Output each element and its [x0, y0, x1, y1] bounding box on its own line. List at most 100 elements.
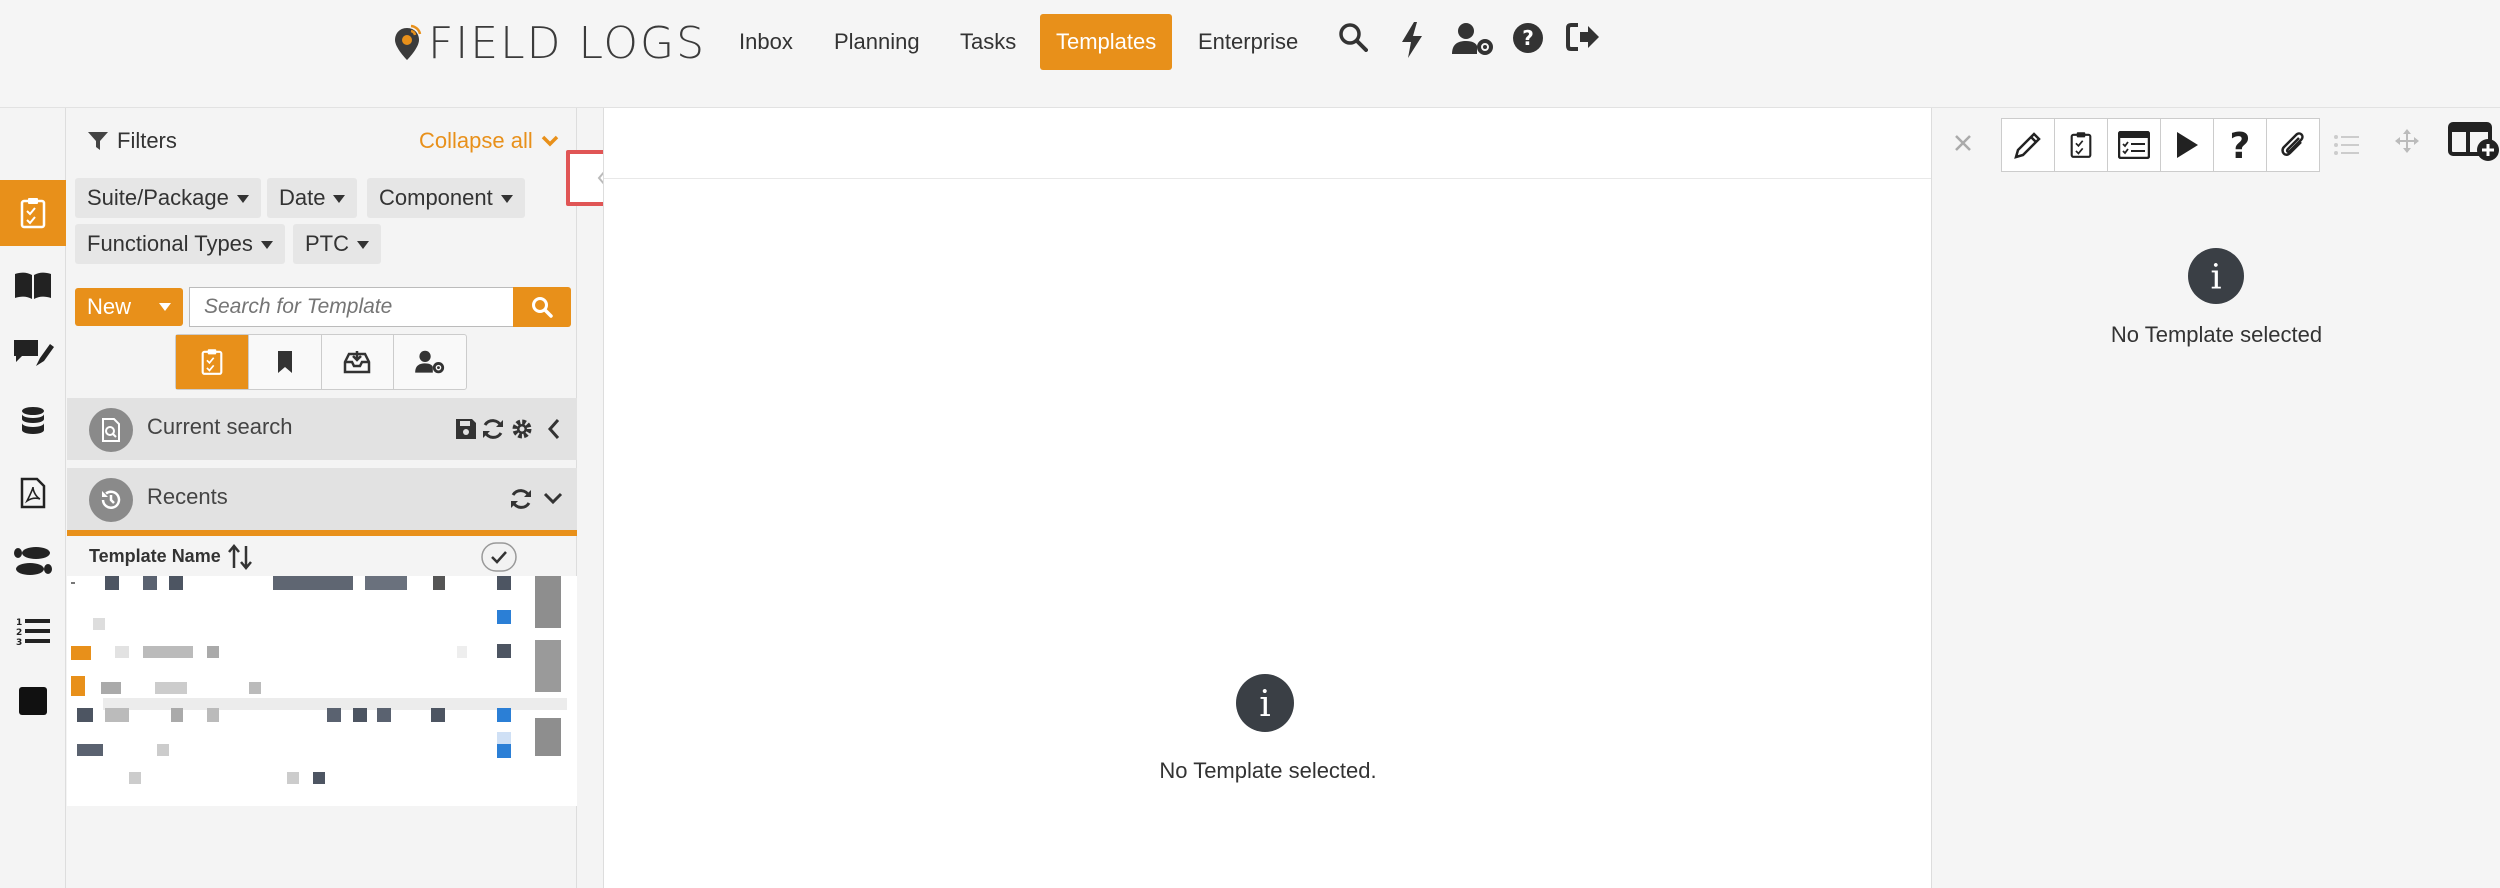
chevron-down-icon [541, 135, 558, 147]
help-button[interactable]: ? [2213, 118, 2267, 172]
search-button[interactable] [513, 287, 571, 327]
list-tabs [175, 334, 467, 390]
search-icon [532, 297, 553, 318]
rail-steps[interactable] [0, 528, 66, 594]
chevron-left-icon[interactable] [547, 418, 561, 440]
rail-pdf[interactable] [0, 460, 66, 526]
info-icon: i [1236, 674, 1294, 732]
redacted-block [71, 676, 85, 696]
template-list [67, 576, 577, 806]
attach-button[interactable] [2266, 118, 2320, 172]
rail-book[interactable] [0, 252, 66, 318]
form-list-icon [2118, 131, 2150, 159]
tab-inbox[interactable] [322, 335, 395, 389]
checklist-button[interactable] [2054, 118, 2108, 172]
collapse-all-label: Collapse all [419, 128, 533, 153]
caret-down-icon [236, 195, 249, 204]
nav-enterprise[interactable]: Enterprise [1182, 14, 1314, 70]
redacted-block [327, 708, 341, 722]
pencil-icon [2014, 132, 2041, 159]
app-header: FIELD LOGS Inbox Planning Tasks Template… [0, 0, 2500, 108]
caret-down-icon [260, 241, 273, 250]
redacted-block [457, 646, 467, 658]
svg-text:?: ? [1522, 26, 1534, 50]
column-header-label: Template Name [89, 546, 221, 566]
logout-icon[interactable] [1566, 22, 1600, 52]
redacted-block [287, 772, 299, 784]
filter-component[interactable]: Component [367, 178, 525, 218]
save-icon[interactable] [455, 418, 477, 440]
rail-templates[interactable] [0, 180, 66, 246]
redacted-block [497, 744, 511, 758]
filter-icon [88, 132, 108, 150]
nav-tasks[interactable]: Tasks [944, 14, 1032, 70]
main-content: i No Template selected. [603, 108, 1932, 888]
rail-list[interactable]: 1 2 3 [0, 598, 66, 664]
chevron-down-icon[interactable] [543, 492, 563, 506]
redacted-block [207, 708, 219, 722]
redacted-block [353, 708, 367, 722]
recents-section[interactable]: Recents [67, 468, 577, 530]
form-button[interactable] [2107, 118, 2161, 172]
nav-planning[interactable]: Planning [818, 14, 936, 70]
redacted-block [377, 708, 391, 722]
rail-comments[interactable] [0, 320, 66, 386]
clipboard-check-icon [201, 349, 223, 375]
refresh-icon[interactable] [509, 487, 533, 511]
collapse-all-button[interactable]: Collapse all [419, 128, 559, 154]
filter-suite-package-label: Suite/Package [87, 185, 229, 210]
detail-toolbar: ? [2001, 118, 2373, 172]
svg-text:?: ? [2230, 128, 2251, 162]
filter-date-label: Date [279, 185, 326, 210]
filter-functional-types-label: Functional Types [87, 231, 253, 256]
filter-date[interactable]: Date [267, 178, 358, 218]
nav-templates[interactable]: Templates [1040, 14, 1173, 70]
bolt-icon[interactable] [1400, 22, 1424, 58]
redacted-block [105, 708, 129, 722]
search-input[interactable] [189, 287, 515, 327]
column-header-template-name[interactable]: Template Name [89, 546, 221, 567]
redacted-block [101, 682, 121, 694]
tab-bookmarks[interactable] [249, 335, 322, 389]
add-column-icon[interactable] [2448, 120, 2500, 162]
redacted-block [365, 576, 407, 590]
redacted-block [535, 718, 561, 756]
search-icon[interactable] [1338, 22, 1368, 52]
main-divider [604, 178, 1932, 179]
history-icon [89, 478, 133, 522]
tab-templates[interactable] [176, 335, 249, 389]
close-icon[interactable] [1954, 134, 1972, 152]
detail-empty-message: No Template selected [2110, 322, 2323, 347]
nav-inbox[interactable]: Inbox [723, 14, 809, 70]
svg-text:i: i [1259, 684, 1271, 725]
clipboard-check-icon [20, 198, 46, 229]
run-button[interactable] [2160, 118, 2214, 172]
edit-button[interactable] [2001, 118, 2055, 172]
rail-square[interactable] [0, 668, 66, 734]
tab-user-settings[interactable] [394, 335, 466, 389]
sort-icon[interactable] [227, 544, 253, 570]
clipboard-check-icon [2070, 132, 2092, 158]
refresh-icon[interactable] [481, 417, 505, 441]
user-gear-icon[interactable] [1452, 22, 1494, 56]
logo-text: FIELD LOGS [428, 18, 707, 69]
new-button[interactable]: New [75, 288, 183, 326]
ordered-list-icon: 1 2 3 [16, 618, 50, 646]
move-icon[interactable] [2394, 128, 2420, 154]
redacted-block [155, 682, 187, 694]
filter-suite-package[interactable]: Suite/Package [75, 178, 261, 218]
gear-icon[interactable] [510, 417, 534, 441]
square-icon [19, 687, 47, 715]
redacted-block [71, 582, 75, 584]
user-gear-icon [415, 350, 445, 374]
filter-ptc[interactable]: PTC [293, 224, 381, 264]
filter-functional-types[interactable]: Functional Types [75, 224, 285, 264]
rail-database[interactable] [0, 388, 66, 454]
help-icon[interactable]: ? [1512, 22, 1544, 54]
comment-edit-icon [14, 340, 54, 366]
logo[interactable]: FIELD LOGS [392, 18, 706, 69]
caret-down-icon [159, 303, 171, 311]
select-all-check-icon[interactable] [481, 542, 517, 572]
current-search-section[interactable]: Current search [67, 398, 577, 460]
svg-text:1: 1 [16, 618, 22, 628]
